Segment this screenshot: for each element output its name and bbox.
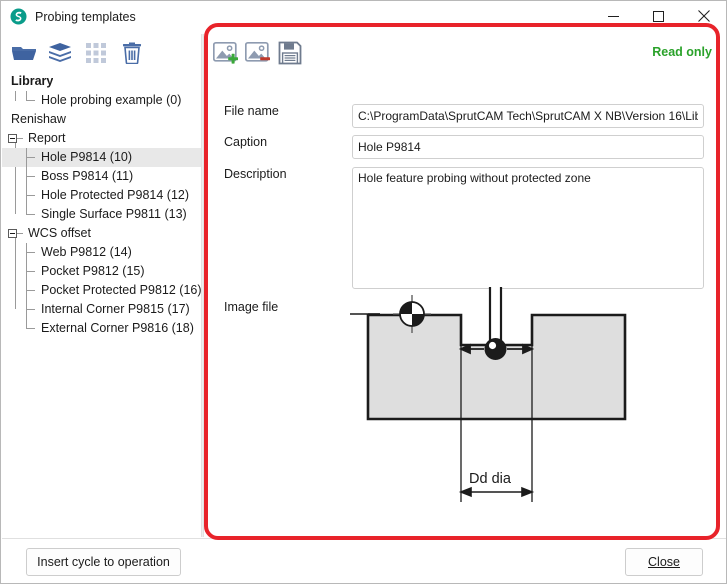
tree-item-label: Boss P9814 (11) <box>41 169 134 183</box>
details-toolbar: Read only <box>210 34 724 72</box>
tree-item-label: Internal Corner P9815 (17) <box>41 302 190 316</box>
insert-cycle-button[interactable]: Insert cycle to operation <box>26 548 181 576</box>
caption-input[interactable] <box>352 135 704 159</box>
collapse-box-icon[interactable] <box>8 229 17 238</box>
delete-trash-icon[interactable] <box>114 36 150 70</box>
tree-item-hole-probing-example[interactable]: Hole probing example (0) <box>2 91 201 110</box>
tree-item-hole-p9814[interactable]: Hole P9814 (10) <box>2 148 201 167</box>
tree-item-boss-p9814[interactable]: Boss P9814 (11) <box>2 167 201 186</box>
add-image-icon[interactable] <box>210 37 242 69</box>
description-label: Description <box>224 167 287 181</box>
probing-templates-dialog: Probing templates Library Hole probing e… <box>0 0 727 584</box>
caption-row: Caption <box>224 135 704 159</box>
caption-label: Caption <box>224 135 268 149</box>
image-file-label: Image file <box>224 300 279 314</box>
tree-item-pocket-p9812[interactable]: Pocket P9812 (15) <box>2 262 201 281</box>
tree-item-label: Pocket Protected P9812 (16) <box>41 283 201 297</box>
tree-group-label: Renishaw <box>11 112 66 126</box>
library-toolbar <box>2 34 201 72</box>
tree-item-label: Web P9812 (14) <box>41 245 132 259</box>
diameter-dimension <box>458 486 535 498</box>
template-details-panel: Read only File name Caption Description … <box>206 32 726 538</box>
open-folder-icon[interactable] <box>6 36 42 70</box>
tree-group-renishaw[interactable]: Renishaw <box>2 110 201 129</box>
tree-item-single-surface-p9811[interactable]: Single Surface P9811 (13) <box>2 205 201 224</box>
sprutcam-logo-icon <box>9 8 27 26</box>
tree-item-pocket-protected-p9812[interactable]: Pocket Protected P9812 (16) <box>2 281 201 300</box>
save-icon[interactable] <box>274 37 306 69</box>
minimize-button[interactable] <box>591 1 636 31</box>
tree-item-label: Hole Protected P9814 (12) <box>41 188 190 202</box>
close-dialog-button[interactable]: Close <box>625 548 703 576</box>
tree-subgroup-wcs-offset[interactable]: WCS offset <box>2 224 201 243</box>
tree-item-label: Hole probing example (0) <box>41 93 182 107</box>
close-button[interactable] <box>681 1 726 31</box>
tree-group-library[interactable]: Library <box>2 72 201 91</box>
tree-group-label: Library <box>11 74 54 88</box>
tree-item-web-p9812[interactable]: Web P9812 (14) <box>2 243 201 262</box>
file-name-row: File name <box>224 104 704 128</box>
dimension-label-text: Dd dia <box>469 471 512 487</box>
maximize-button[interactable] <box>636 1 681 31</box>
window-title: Probing templates <box>35 9 136 24</box>
tree-item-external-corner-p9816[interactable]: External Corner P9816 (18) <box>2 319 201 338</box>
tree-item-internal-corner-p9815[interactable]: Internal Corner P9815 (17) <box>2 300 201 319</box>
tree-item-hole-protected-p9814[interactable]: Hole Protected P9814 (12) <box>2 186 201 205</box>
probe-stylus-icon <box>484 267 507 360</box>
tree-item-label: Pocket P9812 (15) <box>41 264 145 278</box>
file-name-label: File name <box>224 104 279 118</box>
collapse-box-icon[interactable] <box>8 134 17 143</box>
title-bar: Probing templates <box>1 1 726 32</box>
tree-subgroup-report[interactable]: Report <box>2 129 201 148</box>
description-input[interactable] <box>352 167 704 289</box>
tree-subgroup-label: WCS offset <box>28 226 91 240</box>
library-stack-icon[interactable] <box>42 36 78 70</box>
tree-item-label: Hole P9814 (10) <box>41 150 133 164</box>
file-name-input[interactable] <box>352 104 704 128</box>
image-file-row: Image file <box>224 300 352 314</box>
template-tree[interactable]: Library Hole probing example (0) Renisha… <box>2 72 201 532</box>
dialog-footer: Insert cycle to operation Close <box>2 538 726 583</box>
library-panel: Library Hole probing example (0) Renisha… <box>2 32 201 538</box>
probing-cycle-diagram: Z0.0 <box>294 267 720 537</box>
panel-splitter[interactable] <box>201 34 204 537</box>
read-only-status: Read only <box>652 45 712 59</box>
close-dialog-label: Close <box>648 555 680 569</box>
description-row: Description <box>224 167 704 289</box>
tree-subgroup-label: Report <box>28 131 66 145</box>
insert-cycle-label: Insert cycle to operation <box>37 555 170 569</box>
tree-item-label: Single Surface P9811 (13) <box>41 207 187 221</box>
tree-item-label: External Corner P9816 (18) <box>41 321 194 335</box>
remove-image-icon[interactable] <box>242 37 274 69</box>
grid-icon <box>78 36 114 70</box>
